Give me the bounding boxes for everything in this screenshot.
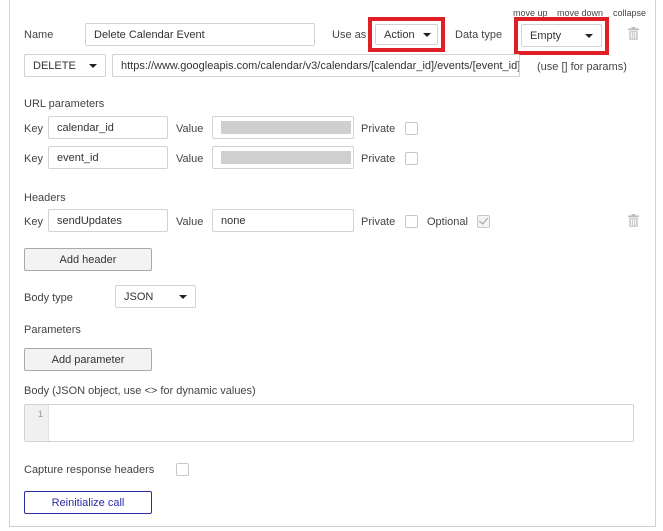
parameters-title: Parameters: [24, 324, 81, 336]
use-as-select[interactable]: Action: [375, 24, 438, 45]
body-label: Body (JSON object, use <> for dynamic va…: [24, 385, 256, 397]
url-hint: (use [] for params): [537, 61, 627, 73]
line-number: 1: [37, 409, 43, 419]
data-type-value: Empty: [530, 29, 562, 42]
trash-icon[interactable]: [628, 214, 639, 227]
caret-down-icon: [422, 32, 431, 37]
body-type-label: Body type: [24, 292, 73, 304]
header-optional-checkbox[interactable]: [477, 215, 490, 228]
url-param-key-label: Key: [24, 153, 43, 165]
caret-down-icon: [89, 63, 97, 68]
body-type-value: JSON: [124, 290, 154, 303]
header-private-checkbox[interactable]: [405, 215, 418, 228]
url-param-private-label: Private: [361, 153, 396, 165]
data-type-label: Data type: [455, 29, 503, 41]
url-param-value-input[interactable]: [212, 146, 354, 169]
header-value-input[interactable]: none: [212, 209, 354, 232]
check-icon: [479, 215, 488, 225]
add-header-button[interactable]: Add header: [24, 248, 152, 271]
collapse-link[interactable]: collapse: [613, 8, 646, 18]
url-param-value-label: Value: [176, 153, 204, 165]
line-number-gutter: 1: [25, 405, 49, 441]
caret-down-icon: [179, 294, 187, 299]
data-type-select[interactable]: Empty: [521, 24, 602, 47]
name-label: Name: [24, 29, 54, 41]
method-select[interactable]: DELETE: [24, 54, 106, 77]
header-value-label: Value: [176, 216, 204, 228]
header-private-label: Private: [361, 216, 396, 228]
header-key-label: Key: [24, 216, 43, 228]
caret-down-icon: [585, 33, 593, 38]
body-type-select[interactable]: JSON: [115, 285, 196, 308]
url-param-private-label: Private: [361, 123, 396, 135]
url-param-value-label: Value: [176, 123, 204, 135]
capture-response-headers-checkbox[interactable]: [176, 463, 189, 476]
use-as-label: Use as: [332, 29, 367, 41]
add-parameter-button[interactable]: Add parameter: [24, 348, 152, 371]
url-param-private-checkbox[interactable]: [405, 122, 418, 135]
trash-icon[interactable]: [628, 27, 639, 40]
header-optional-label: Optional: [427, 216, 468, 228]
headers-title: Headers: [24, 192, 66, 204]
name-input[interactable]: Delete Calendar Event: [85, 23, 315, 46]
method-value: DELETE: [33, 59, 76, 72]
url-param-value-input[interactable]: [212, 116, 354, 139]
header-key-input[interactable]: sendUpdates: [48, 209, 168, 232]
capture-response-headers-label: Capture response headers: [24, 464, 155, 476]
url-param-key-label: Key: [24, 123, 43, 135]
body-editor[interactable]: 1: [24, 404, 634, 442]
url-input[interactable]: https://www.googleapis.com/calendar/v3/c…: [112, 54, 520, 77]
url-param-key-input[interactable]: event_id: [48, 146, 168, 169]
url-param-private-checkbox[interactable]: [405, 152, 418, 165]
url-parameters-title: URL parameters: [24, 98, 105, 110]
reinitialize-call-button[interactable]: Reinitialize call: [24, 491, 152, 514]
url-param-key-input[interactable]: calendar_id: [48, 116, 168, 139]
use-as-value: Action: [384, 28, 415, 41]
